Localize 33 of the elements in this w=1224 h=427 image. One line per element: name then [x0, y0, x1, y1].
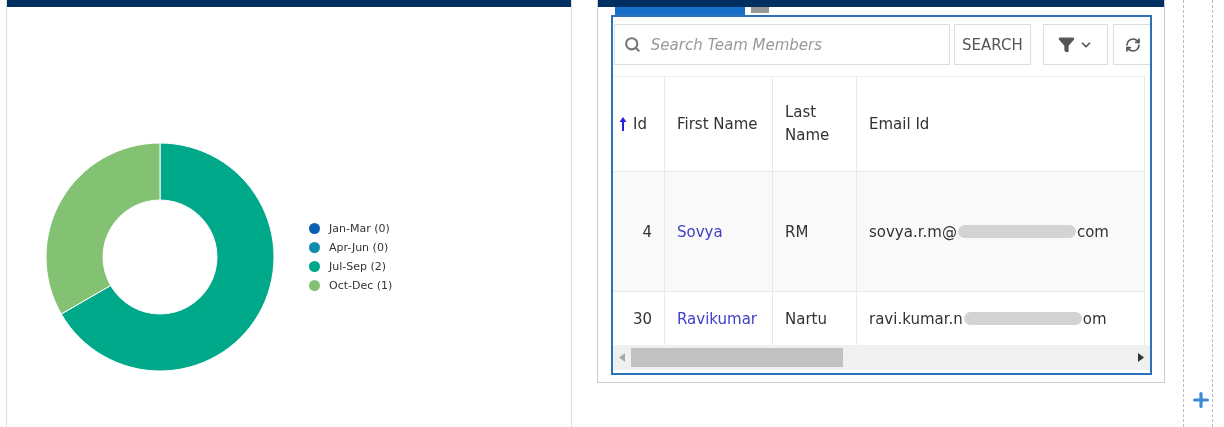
table-cell: Nartu	[773, 291, 857, 345]
legend-dot	[309, 280, 320, 291]
filter-icon	[1057, 36, 1075, 53]
legend-dot	[309, 261, 320, 272]
scroll-left-icon[interactable]	[619, 353, 625, 362]
search-button[interactable]: SEARCH	[954, 24, 1031, 65]
name-link[interactable]: Sovya	[665, 171, 773, 291]
email-text: sovya.r.m@	[869, 222, 957, 241]
table-cell: RM	[773, 171, 857, 291]
legend-label: Apr-Jun (0)	[329, 241, 389, 254]
table-cell: 30	[613, 291, 665, 345]
tab-marker	[751, 7, 769, 13]
table-cell: 4	[613, 171, 665, 291]
sort-arrow-icon	[619, 116, 627, 132]
email-text: com	[1076, 222, 1109, 241]
filter-button[interactable]	[1042, 24, 1108, 65]
email-text: om	[1082, 309, 1107, 328]
email-text: ravi.kumar.n	[869, 309, 963, 328]
scroll-right-icon[interactable]	[1138, 353, 1144, 362]
scrollbar-thumb[interactable]	[631, 348, 843, 367]
refresh-icon	[1124, 36, 1141, 53]
search-icon	[624, 36, 641, 53]
legend-label: Jul-Sep (2)	[329, 260, 387, 273]
legend-dot	[309, 242, 320, 253]
add-icon[interactable]	[1190, 389, 1212, 411]
refresh-button[interactable]	[1112, 24, 1150, 65]
legend-dot	[309, 223, 320, 234]
horizontal-scrollbar[interactable]	[613, 345, 1150, 370]
legend-label: Oct-Dec (1)	[329, 279, 393, 292]
legend-label: Jan-Mar (0)	[329, 222, 390, 235]
header-label: Id	[633, 113, 647, 135]
name-link[interactable]: Ravikumar	[665, 291, 773, 345]
search-field[interactable]: Search Team Members	[614, 24, 950, 65]
